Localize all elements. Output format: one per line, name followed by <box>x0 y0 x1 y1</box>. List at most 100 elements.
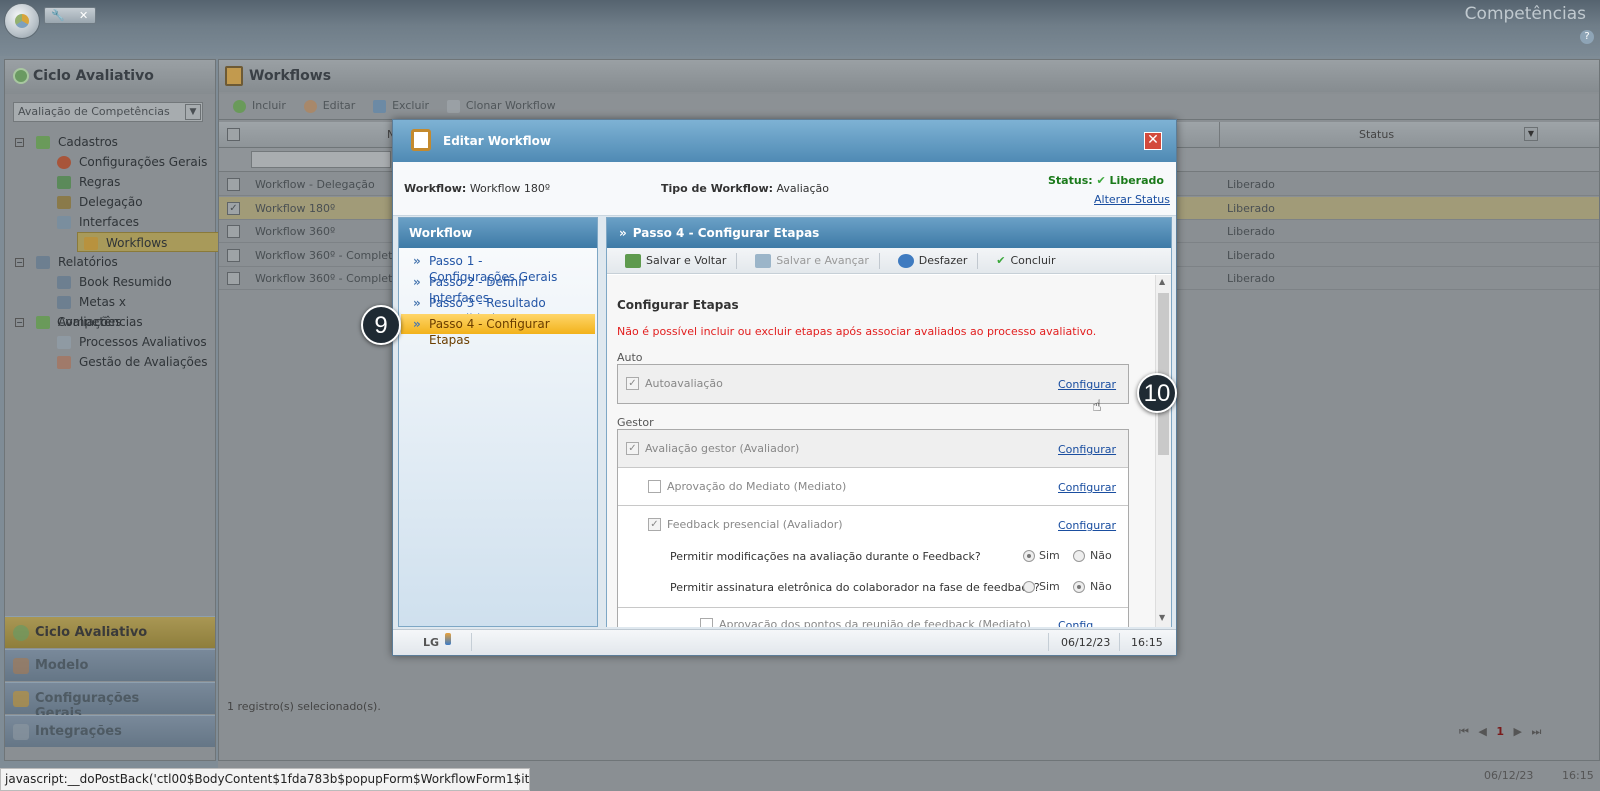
workflow-nav-title: Workflow <box>399 218 597 248</box>
grid-scrollbar[interactable] <box>1581 173 1597 693</box>
first-page-icon[interactable]: ⏮ <box>1459 725 1469 738</box>
autoavaliacao-checkbox[interactable]: ✓ <box>626 377 639 390</box>
collapse-icon[interactable]: − <box>15 318 24 327</box>
app-menu-orb[interactable] <box>4 3 40 39</box>
chevron-down-icon[interactable]: ▼ <box>185 104 201 120</box>
alterar-status-link[interactable]: Alterar Status <box>1094 193 1170 206</box>
etapas-scroll-area[interactable]: Configurar Etapas Não é possível incluir… <box>607 275 1155 627</box>
configurar-feedback-link[interactable]: Configurar <box>1058 519 1116 532</box>
q2-nao-radio[interactable] <box>1073 581 1085 593</box>
configurar-aprovacao-link[interactable]: Configurar <box>1058 481 1116 494</box>
gestor-checkbox[interactable]: ✓ <box>626 442 639 455</box>
folder-icon <box>36 316 50 329</box>
clipboard-icon <box>225 66 243 86</box>
tree-item-gestao-avaliacoes[interactable]: Gestão de Avaliações <box>15 352 211 372</box>
tree-node-avaliacoes[interactable]: − Avaliações <box>15 312 211 332</box>
step-2[interactable]: » Passo 2 - Definir Interfaces <box>401 272 595 305</box>
scroll-down-icon[interactable]: ▼ <box>1159 613 1165 622</box>
status-filter-dropdown[interactable]: ▼ <box>1524 127 1538 141</box>
page-number[interactable]: 1 <box>1496 725 1504 738</box>
configurar-gestor-link[interactable]: Configurar <box>1058 443 1116 456</box>
aprovacao-checkbox[interactable] <box>648 480 661 493</box>
save-back-icon <box>625 254 641 268</box>
step-4[interactable]: » Passo 4 - Configurar Etapas <box>401 314 595 347</box>
salvar-avancar-button[interactable]: Salvar e Avançar <box>755 248 869 273</box>
concluir-button[interactable]: ✔ Concluir <box>996 248 1055 273</box>
desfazer-button[interactable]: Desfazer <box>897 248 968 273</box>
scroll-up-icon[interactable]: ▲ <box>1159 277 1165 286</box>
configurar-autoavaliacao-link[interactable]: Configurar <box>1058 378 1116 391</box>
module-select[interactable]: Avaliação de Competências ▼ <box>13 102 203 122</box>
quick-access-toolbar[interactable]: 🔧 ✕ <box>44 7 96 24</box>
content-scrollbar[interactable]: ▲ ▼ <box>1155 275 1171 627</box>
prev-page-icon[interactable]: ◀ <box>1478 725 1486 738</box>
app-header: 🔧 ✕ Competências ? <box>0 0 1600 56</box>
clonar-workflow-button[interactable]: Clonar Workflow <box>446 94 556 118</box>
button-label: Clonar Workflow <box>465 99 556 112</box>
name-filter-input[interactable] <box>251 151 391 168</box>
tree-node-label: Cadastros <box>58 135 118 149</box>
tree-item-label: Interfaces <box>79 215 139 229</box>
close-icon[interactable]: ✕ <box>79 9 88 22</box>
interface-icon <box>57 216 71 229</box>
tree-node-relatorios[interactable]: − Relatórios <box>15 252 211 272</box>
row-checkbox[interactable] <box>227 272 240 285</box>
report-icon <box>57 296 71 309</box>
wrench-icon[interactable]: 🔧 <box>51 9 65 22</box>
feedback-checkbox[interactable]: ✓ <box>648 518 661 531</box>
close-icon[interactable]: ✕ <box>1144 132 1162 150</box>
footer-time: 16:15 <box>1562 769 1594 782</box>
tree-node-cadastros[interactable]: − Cadastros <box>15 132 211 152</box>
nav-label: Integrações <box>35 724 122 739</box>
collapse-icon[interactable]: − <box>15 138 24 147</box>
editar-button[interactable]: Editar <box>303 94 356 118</box>
double-chevron-icon: » <box>413 275 421 289</box>
step-content: » Passo 4 - Configurar Etapas Salvar e Vo… <box>606 217 1172 627</box>
incluir-button[interactable]: Incluir <box>233 94 286 118</box>
button-label: Salvar e Voltar <box>646 254 727 267</box>
workflow-label: Workflow: <box>404 182 467 195</box>
folder-icon <box>36 136 50 149</box>
step-3[interactable]: »Passo 3 - Resultado Consolidado <box>401 293 595 326</box>
nav-ciclo-avaliativo[interactable]: Ciclo Avaliativo <box>5 616 215 648</box>
tree-item-book-resumido[interactable]: Book Resumido <box>15 272 211 292</box>
etapa-row-aprovacao-pontos: Aprovação dos pontos da reunião de feedb… <box>618 608 1128 627</box>
tree-item-interfaces[interactable]: Interfaces <box>15 212 211 232</box>
selected-count: 1 registro(s) selecionado(s). <box>227 700 381 713</box>
salvar-voltar-button[interactable]: Salvar e Voltar <box>625 248 726 273</box>
help-icon[interactable]: ? <box>1580 30 1594 44</box>
tree-item-configuracoes-gerais[interactable]: Configurações Gerais <box>15 152 211 172</box>
tree-item-processos-avaliativos[interactable]: Processos Avaliativos <box>15 332 211 352</box>
button-label: Editar <box>322 99 356 112</box>
tipo-label: Tipo de Workflow: <box>661 182 774 195</box>
step-1[interactable]: » Passo 1 - Configurações Gerais <box>401 251 595 284</box>
aprovacao-pontos-checkbox[interactable] <box>700 618 713 627</box>
q1-sim-radio[interactable] <box>1023 550 1035 562</box>
column-status-header[interactable]: Status <box>1359 128 1394 141</box>
nav-integracoes[interactable]: Integrações <box>5 715 215 747</box>
tree-item-delegacao[interactable]: Delegação <box>15 192 211 212</box>
configurar-aprovacao-pontos-link[interactable]: Config <box>1058 619 1093 627</box>
nav-configuracoes-gerais[interactable]: Configurações Gerais <box>5 682 215 721</box>
next-page-icon[interactable]: ▶ <box>1514 725 1522 738</box>
nav-modelo[interactable]: Modelo <box>5 649 215 681</box>
row-checkbox[interactable]: ✓ <box>227 202 240 215</box>
row-checkbox[interactable] <box>227 225 240 238</box>
select-all-checkbox[interactable] <box>227 128 240 141</box>
collapse-icon[interactable]: − <box>15 258 24 267</box>
button-label: Concluir <box>1010 254 1056 267</box>
step-label: Passo 4 - Configurar Etapas <box>429 317 550 347</box>
button-label: Desfazer <box>918 254 968 267</box>
workflow-field: Workflow: Workflow 180º <box>404 182 550 195</box>
undo-icon <box>897 254 914 268</box>
q1-nao-radio[interactable] <box>1073 550 1085 562</box>
tree-item-regras[interactable]: Regras <box>15 172 211 192</box>
q2-sim-radio[interactable] <box>1023 581 1035 593</box>
row-checkbox[interactable] <box>227 249 240 262</box>
last-page-icon[interactable]: ⏭ <box>1532 725 1542 738</box>
status-label: Status: <box>1048 174 1093 187</box>
excluir-button[interactable]: Excluir <box>373 94 429 118</box>
question-assinatura: Permitir assinatura eletrônica do colabo… <box>670 581 1040 594</box>
row-checkbox[interactable] <box>227 178 240 191</box>
tree-item-metas-competencias[interactable]: Metas x Competências <box>15 292 211 329</box>
